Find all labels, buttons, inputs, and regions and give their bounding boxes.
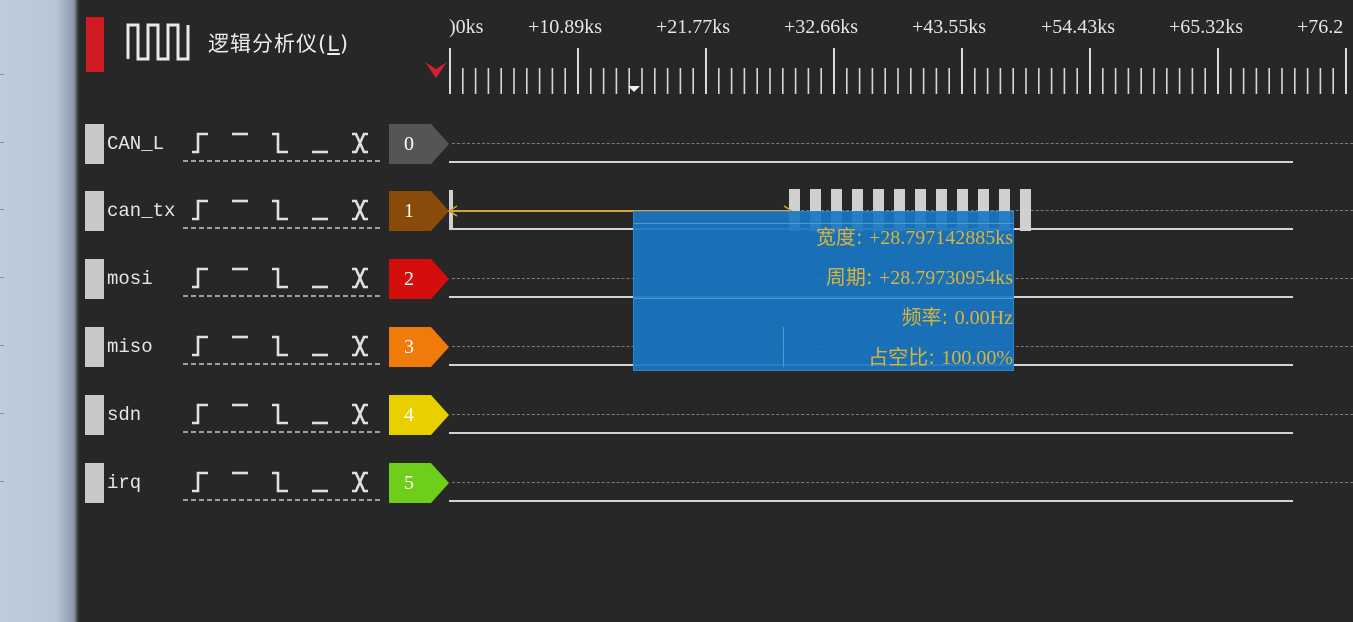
trigger-selector [183, 335, 383, 365]
time-label: +21.77ks [656, 16, 731, 38]
channel-color-chip[interactable] [85, 124, 104, 164]
time-label: +54.43ks [1041, 16, 1116, 38]
channel-color-chip[interactable] [85, 327, 104, 367]
channel-color-chip[interactable] [85, 395, 104, 435]
channel-name[interactable]: sdn [107, 404, 141, 426]
falling-edge-icon[interactable] [272, 471, 288, 493]
time-label: )0ks [449, 16, 484, 38]
any-edge-icon[interactable] [352, 132, 368, 154]
channel-gridline [452, 482, 1353, 483]
channel-color-chip[interactable] [85, 463, 104, 503]
trigger-selector [183, 403, 383, 433]
channel-index: 1 [404, 200, 414, 222]
rising-edge-icon[interactable] [192, 403, 208, 425]
trigger-selector [183, 267, 383, 297]
falling-edge-icon[interactable] [272, 335, 288, 357]
rising-edge-icon[interactable] [192, 267, 208, 289]
page-title: 逻辑分析仪(L) [208, 32, 350, 56]
channel-name[interactable]: CAN_L [107, 133, 164, 155]
channel-index: 3 [404, 336, 414, 358]
channel-index: 5 [404, 472, 414, 494]
channel-name[interactable]: mosi [107, 268, 153, 290]
window-accent-bar [86, 17, 104, 72]
time-label: +10.89ks [528, 16, 603, 38]
channel-index: 4 [404, 404, 414, 426]
measure-frequency: 频率: 0.00Hz [901, 305, 1013, 329]
falling-edge-icon[interactable] [272, 199, 288, 221]
channel-index: 0 [404, 133, 414, 155]
falling-edge-icon[interactable] [272, 403, 288, 425]
time-label: +76.2 [1297, 16, 1344, 38]
rising-edge-icon[interactable] [192, 199, 208, 221]
time-label: +32.66ks [784, 16, 859, 38]
time-ruler[interactable] [448, 46, 1353, 96]
channel-row: irq 5 [0, 463, 1353, 523]
trigger-chevron-icon[interactable] [424, 60, 448, 80]
any-edge-icon[interactable] [352, 471, 368, 493]
rising-edge-icon[interactable] [192, 132, 208, 154]
channel-gridline [452, 414, 1353, 415]
measure-period: 周期: +28.79730954ks [825, 265, 1013, 289]
channel-name[interactable]: can_tx [107, 200, 175, 222]
channel-gridline [452, 143, 1353, 144]
channel-row: sdn 4 [0, 395, 1353, 455]
time-label: +65.32ks [1169, 16, 1244, 38]
cursor-left-arrow-icon [447, 205, 458, 217]
any-edge-icon[interactable] [352, 199, 368, 221]
channel-waveform [449, 500, 1293, 502]
rising-edge-icon[interactable] [192, 335, 208, 357]
trigger-selector [183, 132, 383, 162]
falling-edge-icon[interactable] [272, 267, 288, 289]
signal-pulse [1020, 189, 1031, 231]
any-edge-icon[interactable] [352, 403, 368, 425]
channel-color-chip[interactable] [85, 259, 104, 299]
falling-edge-icon[interactable] [272, 132, 288, 154]
channel-index: 2 [404, 268, 414, 290]
square-wave-icon [126, 23, 190, 61]
rising-edge-icon[interactable] [192, 471, 208, 493]
channel-name[interactable]: irq [107, 472, 141, 494]
trigger-selector [183, 199, 383, 229]
channel-name[interactable]: miso [107, 336, 153, 358]
channel-waveform [449, 432, 1293, 434]
measure-width: 宽度: +28.797142885ks [815, 225, 1013, 249]
measure-duty-cycle: 占空比: 100.00% [868, 345, 1013, 369]
trigger-selector [183, 471, 383, 501]
channel-waveform [449, 161, 1293, 163]
any-edge-icon[interactable] [352, 267, 368, 289]
channel-row: CAN_L 0 [0, 124, 1353, 184]
time-label: +43.55ks [912, 16, 987, 38]
any-edge-icon[interactable] [352, 335, 368, 357]
channel-color-chip[interactable] [85, 191, 104, 231]
